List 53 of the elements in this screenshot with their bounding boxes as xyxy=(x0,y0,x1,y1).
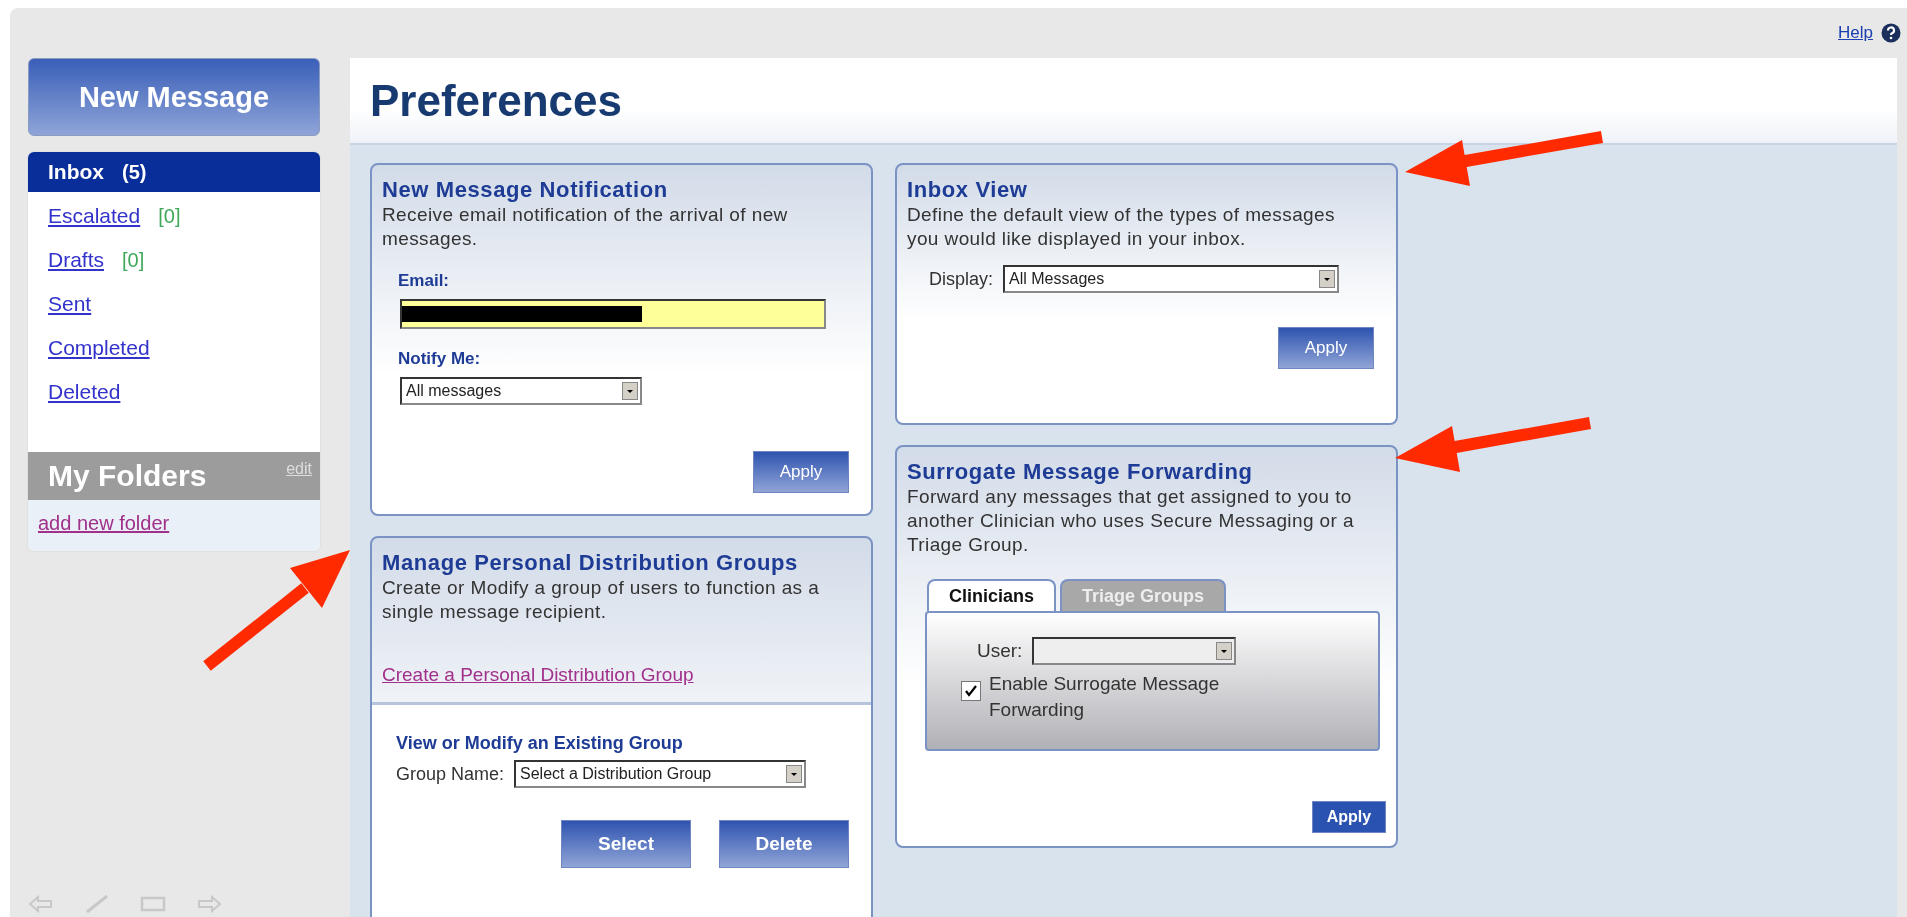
section-description: Receive email notification of the arrival of new messages. xyxy=(382,203,789,251)
folder-link[interactable]: Sent xyxy=(48,292,92,316)
field-label: User: xyxy=(977,640,1023,662)
folder-item[interactable]: Inbox (5) xyxy=(28,152,320,192)
help-link[interactable]: Help xyxy=(1838,23,1873,43)
folder-link[interactable]: Completed xyxy=(48,336,150,360)
field-label: Display: xyxy=(929,268,994,290)
field-label: Group Name: xyxy=(396,763,505,785)
create-group-link[interactable]: Create a Personal Distribution Group xyxy=(382,664,694,686)
apply-button[interactable]: Apply xyxy=(1312,801,1386,833)
user-dropdown[interactable] xyxy=(1032,637,1237,665)
section-title: Surrogate Message Forwarding xyxy=(907,459,1254,485)
new-message-button[interactable]: New Message xyxy=(28,58,320,136)
folder-link[interactable]: Inbox xyxy=(48,160,104,184)
apply-button[interactable]: Apply xyxy=(753,451,849,493)
checkbox-label: Enable Surrogate Message Forwarding xyxy=(989,672,1221,722)
section-description: Create or Modify a group of users to function as a single message recipient. xyxy=(382,576,821,624)
folder-item[interactable]: Escalated [0] xyxy=(28,194,320,238)
email-field[interactable] xyxy=(400,299,826,329)
help-icon[interactable] xyxy=(1881,23,1901,43)
display-dropdown[interactable]: All Messages xyxy=(1003,265,1340,293)
field-label: Email: xyxy=(398,271,451,291)
subsection-title: View or Modify an Existing Group xyxy=(396,733,684,754)
add-folder-link[interactable]: add new folder xyxy=(38,512,170,534)
folder-item[interactable]: Completed xyxy=(28,326,320,370)
page-title: Preferences xyxy=(370,75,622,126)
folder-link[interactable]: Escalated xyxy=(48,204,141,228)
section-description: Forward any messages that get assigned to you to another Clinician who uses Secure Messaging or a Triage Group. xyxy=(907,485,1355,557)
folder-item[interactable]: Sent xyxy=(28,282,320,326)
folder-count: (5) xyxy=(122,160,147,184)
caret-icon xyxy=(1319,270,1336,288)
group-dropdown[interactable]: Select a Distribution Group xyxy=(514,760,807,788)
my-folders-title: My Folders xyxy=(48,459,207,493)
group-action-button[interactable]: Delete xyxy=(719,820,849,868)
caret-icon xyxy=(1216,642,1233,660)
section-description: Define the default view of the types of messages you would like displayed in your inbox. xyxy=(907,203,1336,251)
notify-dropdown[interactable]: All messages xyxy=(400,377,642,405)
apply-button[interactable]: Apply xyxy=(1278,327,1374,369)
folder-count: [0] xyxy=(122,248,145,272)
section-title: Manage Personal Distribution Groups xyxy=(382,550,799,576)
field-label: Notify Me: xyxy=(398,349,482,369)
caret-icon xyxy=(622,382,638,400)
checkbox[interactable] xyxy=(961,681,981,701)
tab[interactable]: Clinicians xyxy=(927,579,1057,611)
folder-item[interactable]: Deleted xyxy=(28,370,320,414)
folder-link[interactable]: Drafts xyxy=(48,248,104,272)
caret-icon xyxy=(786,765,803,783)
folder-link[interactable]: Deleted xyxy=(48,380,121,404)
folder-item[interactable]: Drafts [0] xyxy=(28,238,320,282)
section-title: Inbox View xyxy=(907,177,1029,203)
section-title: New Message Notification xyxy=(382,177,669,203)
group-action-button[interactable]: Select xyxy=(561,820,691,868)
folder-count: [0] xyxy=(158,204,181,228)
